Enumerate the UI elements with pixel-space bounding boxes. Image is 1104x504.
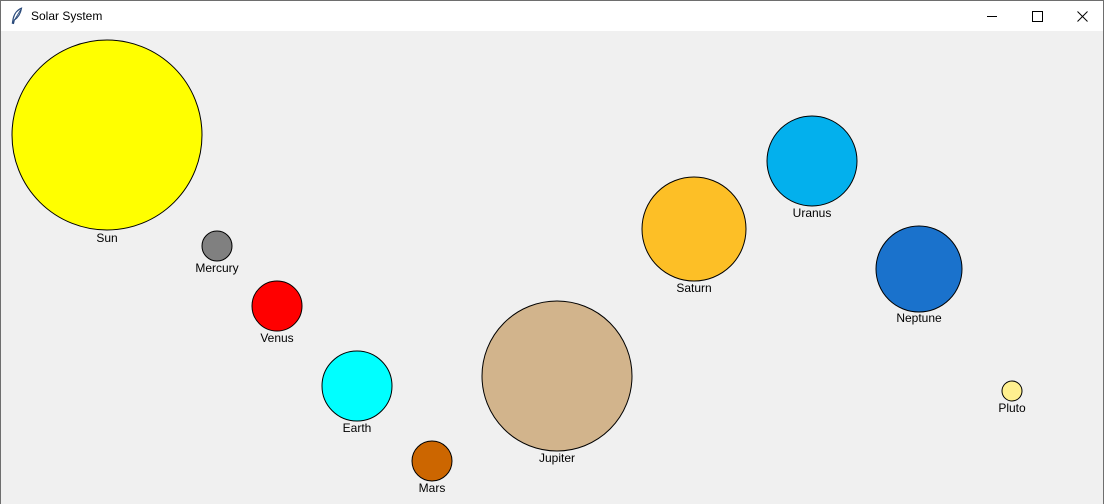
planet-pluto[interactable] [1001, 380, 1023, 402]
planet-neptune[interactable] [875, 225, 963, 313]
planet-label-sun: Sun [96, 231, 117, 245]
app-window: Solar System Sun Mercury Venus Earth Mars Jup… [0, 0, 1104, 504]
feather-icon [10, 7, 24, 25]
planet-label-neptune: Neptune [896, 311, 942, 325]
planet-mercury[interactable] [201, 230, 233, 262]
planet-label-pluto: Pluto [998, 401, 1026, 415]
minimize-button[interactable] [969, 1, 1015, 31]
planet-label-mars: Mars [419, 481, 446, 495]
planet-label-saturn: Saturn [676, 281, 711, 295]
planet-saturn[interactable] [641, 176, 747, 282]
close-button[interactable] [1059, 1, 1104, 31]
planet-label-uranus: Uranus [793, 206, 832, 220]
planet-earth[interactable] [321, 350, 393, 422]
planet-venus[interactable] [251, 280, 303, 332]
planet-sun[interactable] [11, 39, 203, 231]
minimize-icon [986, 11, 998, 22]
solar-system-scene: Sun Mercury Venus Earth Mars Jupiter Saturn Ura… [11, 39, 1026, 495]
planet-jupiter[interactable] [481, 300, 633, 452]
maximize-button[interactable] [1014, 1, 1060, 31]
maximize-icon [1031, 10, 1043, 22]
title-bar[interactable]: Solar System [1, 0, 1103, 31]
solar-system-canvas[interactable]: Sun Mercury Venus Earth Mars Jupiter Saturn Ura… [1, 31, 1103, 504]
planet-uranus[interactable] [766, 115, 858, 207]
planet-label-venus: Venus [260, 331, 293, 345]
planet-mars[interactable] [411, 440, 453, 482]
planet-label-mercury: Mercury [195, 261, 238, 275]
close-icon [1076, 10, 1088, 22]
window-title: Solar System [31, 9, 103, 23]
planet-label-jupiter: Jupiter [539, 451, 575, 465]
planet-label-earth: Earth [343, 421, 372, 435]
